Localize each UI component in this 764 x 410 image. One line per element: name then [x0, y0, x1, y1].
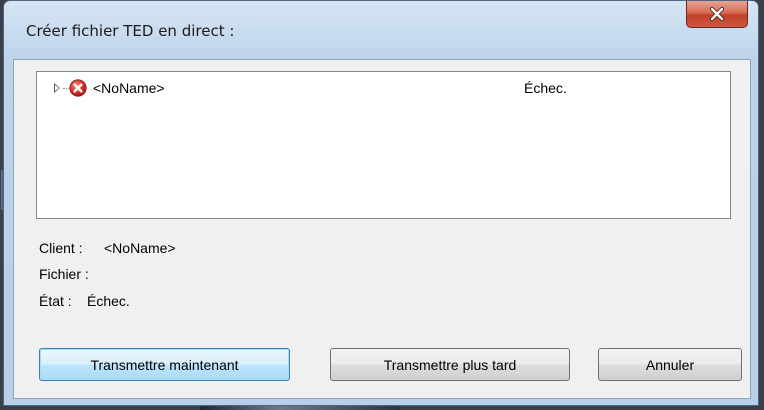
expand-arrow-icon[interactable]	[54, 83, 60, 93]
dialog-window: Créer fichier TED en direct : <NoName> É…	[3, 0, 759, 406]
list-item-name: <NoName>	[93, 80, 165, 96]
dialog-content: <NoName> Échec. Client : <NoName> Fichier…	[13, 59, 751, 399]
file-info: Fichier :	[39, 266, 103, 282]
transmission-list[interactable]: <NoName> Échec.	[36, 71, 731, 219]
state-label: État :	[39, 293, 72, 309]
send-later-button[interactable]: Transmettre plus tard	[330, 348, 570, 381]
dialog-title: Créer fichier TED en direct :	[26, 22, 235, 40]
state-info: État : Échec.	[39, 293, 130, 309]
error-icon	[69, 79, 87, 97]
close-button[interactable]	[686, 1, 748, 28]
state-value: Échec.	[87, 293, 130, 309]
file-label: Fichier :	[39, 266, 89, 282]
client-value: <NoName>	[104, 240, 176, 256]
client-info: Client : <NoName>	[39, 240, 176, 256]
list-item[interactable]: <NoName> Échec.	[37, 78, 730, 100]
title-bar[interactable]: Créer fichier TED en direct :	[4, 1, 758, 59]
client-label: Client :	[39, 240, 83, 256]
cancel-button[interactable]: Annuler	[598, 348, 742, 381]
close-x-icon	[710, 7, 724, 21]
list-item-status: Échec.	[524, 80, 567, 96]
send-now-button[interactable]: Transmettre maintenant	[39, 348, 290, 381]
